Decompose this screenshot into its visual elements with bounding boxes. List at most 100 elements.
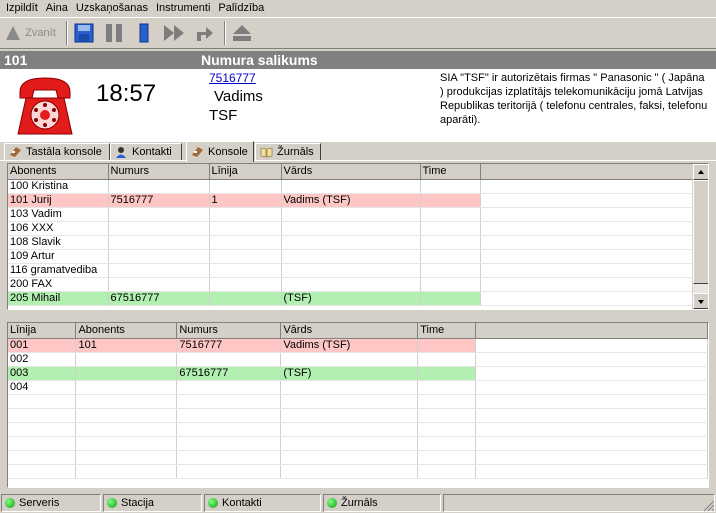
column-header-line[interactable]: Līnija — [209, 164, 282, 180]
table-cell — [475, 408, 708, 423]
column-header-time[interactable]: Time — [420, 164, 481, 180]
line-row[interactable] — [8, 394, 708, 409]
line-row[interactable] — [8, 436, 708, 451]
table-cell — [420, 235, 481, 250]
scroll-down-button[interactable] — [693, 293, 708, 309]
arrow-down-icon — [698, 300, 704, 304]
table-cell — [108, 179, 210, 194]
table-cell — [417, 422, 477, 437]
redirect-button[interactable] — [191, 20, 217, 46]
line-row[interactable]: 004 — [8, 380, 708, 395]
table-cell — [475, 380, 708, 395]
status-label: Stacija — [121, 497, 155, 509]
column-header-line[interactable]: Līnija — [8, 323, 77, 339]
stop-button[interactable] — [131, 20, 157, 46]
column-header-name[interactable]: Vārds — [281, 164, 421, 180]
subscriber-row[interactable]: 116 gramatvediba — [8, 263, 694, 278]
fast-forward-button[interactable] — [161, 20, 187, 46]
table-cell — [475, 450, 708, 465]
subscribers-grid[interactable]: Abonents Numurs Līnija Vārds Time 100 Kr… — [7, 163, 709, 310]
table-cell: 108 Slavik — [8, 235, 109, 250]
scroll-up-button[interactable] — [693, 164, 708, 180]
table-cell — [75, 464, 178, 479]
scroll-thumb[interactable] — [693, 180, 708, 284]
keypad-icon — [10, 147, 21, 157]
pause-button[interactable] — [101, 20, 127, 46]
table-cell — [417, 366, 477, 381]
table-cell — [75, 422, 178, 437]
table-cell — [417, 436, 477, 451]
call-button[interactable]: Zvanīt — [3, 20, 59, 46]
tab-console[interactable]: Konsole — [186, 141, 254, 162]
menu-settings[interactable]: Uzskaņošanas — [72, 0, 152, 16]
column-header-subscriber[interactable]: Abonents — [75, 323, 178, 339]
table-cell — [108, 221, 210, 236]
table-cell: 67516777 — [108, 291, 210, 306]
table-cell: 106 XXX — [8, 221, 109, 236]
status-label: Serveris — [19, 497, 60, 509]
table-cell — [176, 450, 282, 465]
table-cell: 7516777 — [108, 193, 210, 208]
caller-number-link[interactable]: 7516777 — [209, 71, 256, 85]
tab-keypad-console[interactable]: Tastāla konsole — [4, 143, 110, 160]
table-cell — [108, 249, 210, 264]
line-row[interactable] — [8, 408, 708, 423]
subscriber-row[interactable]: 106 XXX — [8, 221, 694, 236]
table-cell — [480, 291, 694, 306]
subscriber-row[interactable]: 200 FAX — [8, 277, 694, 292]
column-header-time[interactable]: Time — [417, 323, 477, 339]
line-row[interactable] — [8, 422, 708, 437]
toolbar-separator — [66, 21, 68, 45]
table-cell — [280, 436, 419, 451]
table-cell: 003 — [8, 366, 77, 381]
line-row[interactable] — [8, 464, 708, 479]
resize-grip-icon[interactable] — [703, 500, 715, 512]
table-cell — [8, 436, 77, 451]
table-cell — [475, 436, 708, 451]
subscriber-row[interactable]: 103 Vadim — [8, 207, 694, 222]
table-cell: 116 gramatvediba — [8, 263, 109, 278]
subscriber-row[interactable]: 100 Kristina — [8, 179, 694, 194]
status-server: Serveris — [1, 494, 101, 512]
menu-tools[interactable]: Instrumenti — [152, 0, 214, 16]
extension-number: 101 — [4, 52, 28, 68]
column-header-number[interactable]: Numurs — [108, 164, 210, 180]
subscriber-row[interactable]: 205 Mihail 67516777 (TSF) — [8, 291, 694, 306]
menu-help[interactable]: Palīdzība — [214, 0, 268, 16]
menu-run[interactable]: Izpildīt — [2, 0, 42, 16]
table-cell — [280, 380, 419, 395]
table-cell — [475, 366, 708, 381]
line-row[interactable] — [8, 450, 708, 465]
table-cell — [176, 408, 282, 423]
lines-grid[interactable]: Līnija Abonents Numurs Vārds Time 001 101… — [7, 322, 709, 488]
line-row[interactable]: 001 101 7516777 Vadims (TSF) — [8, 338, 708, 353]
column-header-name[interactable]: Vārds — [280, 323, 419, 339]
tab-contacts[interactable]: Kontakti — [110, 143, 182, 160]
eject-button[interactable] — [229, 20, 255, 46]
subscribers-scrollbar[interactable] — [692, 164, 708, 309]
table-cell — [8, 394, 77, 409]
menu-view[interactable]: Aina — [42, 0, 72, 16]
call-button-label: Zvanīt — [25, 27, 56, 39]
table-cell — [281, 249, 421, 264]
status-filler — [443, 494, 715, 512]
line-row[interactable]: 002 — [8, 352, 708, 367]
table-cell — [475, 422, 708, 437]
tab-journal[interactable]: Žurnāls — [255, 143, 321, 160]
status-ok-icon — [5, 498, 15, 508]
table-cell — [108, 277, 210, 292]
column-header-subscriber[interactable]: Abonents — [8, 164, 109, 180]
table-cell — [420, 193, 481, 208]
tab-label: Konsole — [208, 146, 248, 158]
line-row[interactable]: 003 67516777 (TSF) — [8, 366, 708, 381]
subscriber-row[interactable]: 109 Artur — [8, 249, 694, 264]
table-cell — [420, 249, 481, 264]
table-cell: 109 Artur — [8, 249, 109, 264]
subscriber-row[interactable]: 101 Jurij 7516777 1 Vadims (TSF) — [8, 193, 694, 208]
table-cell — [281, 277, 421, 292]
subscriber-row[interactable]: 108 Slavik — [8, 235, 694, 250]
column-header-number[interactable]: Numurs — [176, 323, 282, 339]
save-button[interactable] — [71, 20, 97, 46]
telephone-icon — [17, 77, 73, 135]
toolbar-separator — [224, 21, 226, 45]
